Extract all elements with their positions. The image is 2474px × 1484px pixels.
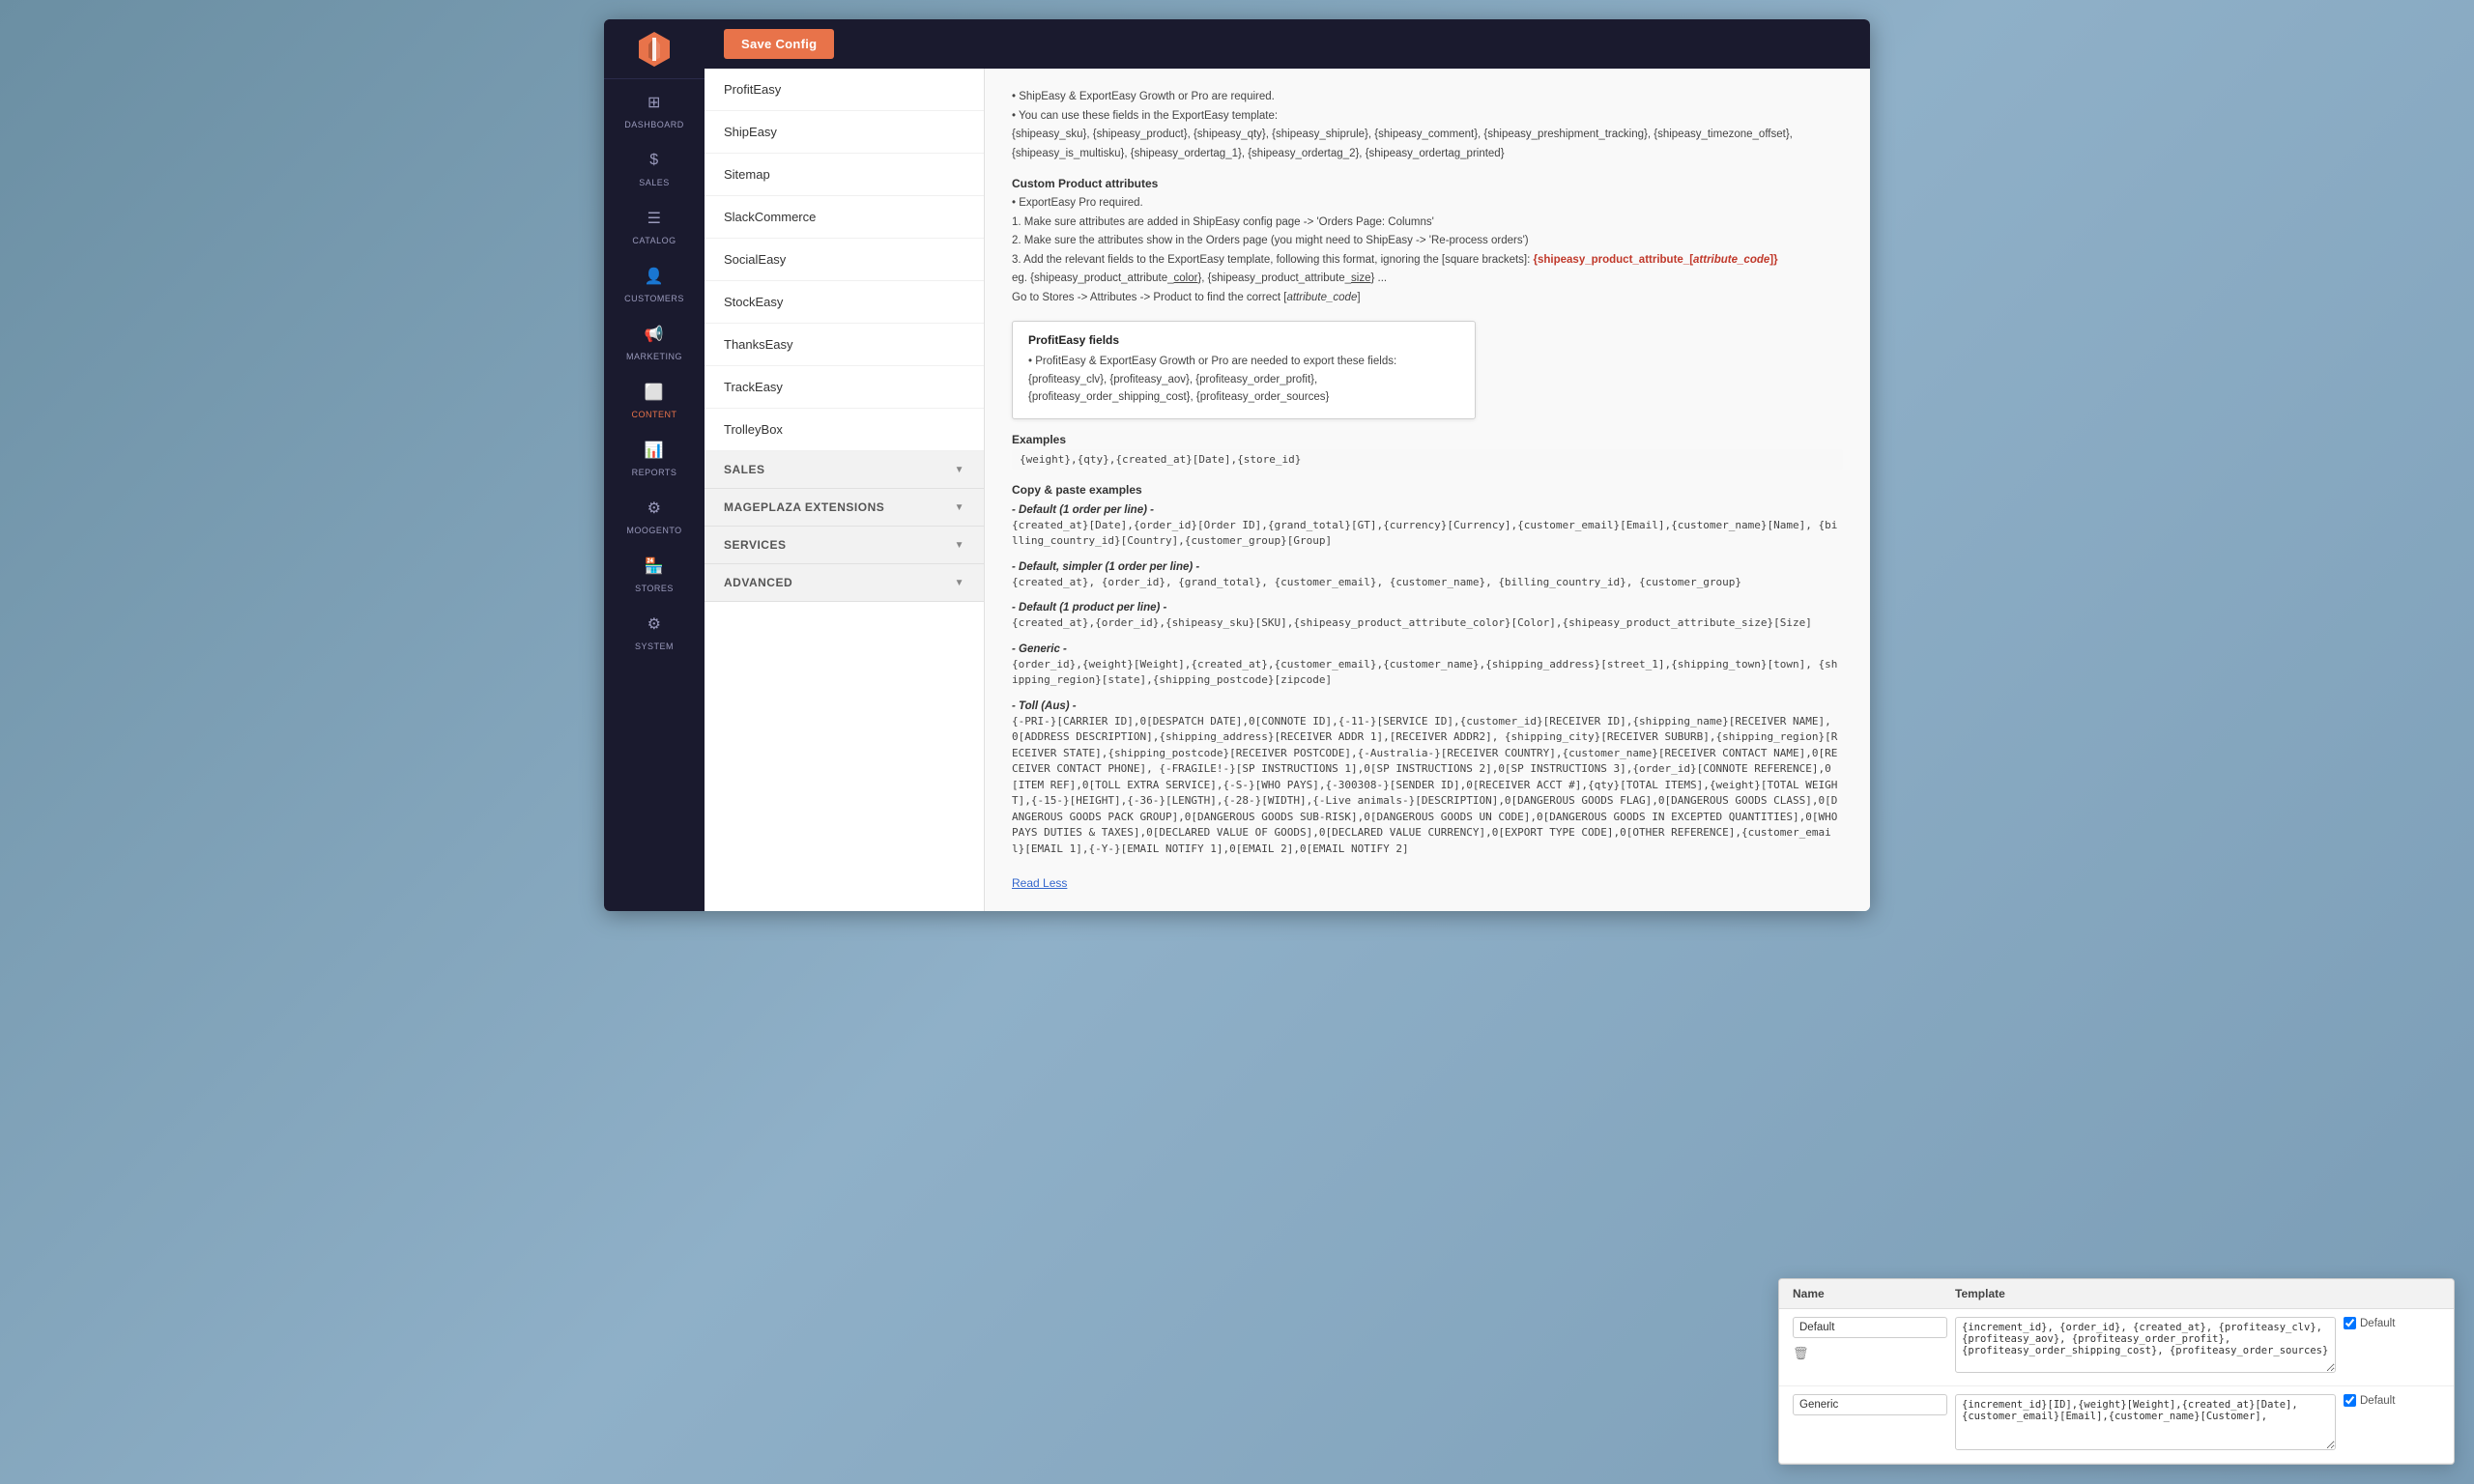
template-default-1-order: - Default (1 order per line) - {created_… bbox=[1012, 504, 1843, 550]
sidebar-item-label: CATALOG bbox=[632, 236, 676, 245]
nav-item-trolleybox[interactable]: TrolleyBox bbox=[705, 409, 984, 451]
template-generic: - Generic - {order_id},{weight}[Weight],… bbox=[1012, 643, 1843, 689]
sidebar-item-reports[interactable]: 📊 REPORTS bbox=[604, 427, 705, 485]
examples-block: Examples {weight},{qty},{created_at}[Dat… bbox=[1012, 433, 1843, 470]
examples-heading: Examples bbox=[1012, 433, 1843, 446]
left-nav: ProfitEasy ShipEasy Sitemap SlackCommerc… bbox=[705, 69, 985, 911]
profiteasy-box-text: • ProfitEasy & ExportEasy Growth or Pro … bbox=[1028, 353, 1459, 406]
sidebar-item-dashboard[interactable]: ⊞ DASHBOARD bbox=[604, 79, 705, 137]
profiteasy-fields-box: ProfitEasy fields • ProfitEasy & ExportE… bbox=[1012, 321, 1476, 418]
chevron-down-icon: ▼ bbox=[955, 502, 964, 513]
template-value: {created_at},{order_id},{shipeasy_sku}[S… bbox=[1012, 615, 1843, 632]
stores-icon: 🏪 bbox=[641, 553, 668, 580]
custom-product-text: • ExportEasy Pro required. 1. Make sure … bbox=[1012, 194, 1843, 307]
chevron-down-icon: ▼ bbox=[955, 540, 964, 551]
sidebar-item-catalog[interactable]: ☰ CATALOG bbox=[604, 195, 705, 253]
moogento-icon: ⚙ bbox=[641, 495, 668, 522]
nav-section-services[interactable]: SERVICES ▼ bbox=[705, 527, 984, 564]
nav-item-stockeasy[interactable]: StockEasy bbox=[705, 281, 984, 324]
content-area: ProfitEasy ShipEasy Sitemap SlackCommerc… bbox=[705, 69, 1870, 911]
sidebar-item-label: DASHBOARD bbox=[624, 120, 684, 129]
copy-paste-heading: Copy & paste examples bbox=[1012, 483, 1843, 497]
sales-icon: $ bbox=[641, 147, 668, 174]
nav-item-trackeasy[interactable]: TrackEasy bbox=[705, 366, 984, 409]
copy-paste-section: Copy & paste examples - Default (1 order… bbox=[1012, 483, 1843, 858]
sidebar-logo bbox=[604, 19, 705, 79]
sidebar-item-sales[interactable]: $ SALES bbox=[604, 137, 705, 195]
marketing-icon: 📢 bbox=[641, 321, 668, 348]
sidebar-item-label: STORES bbox=[635, 584, 674, 593]
sidebar-item-stores[interactable]: 🏪 STORES bbox=[604, 543, 705, 601]
magento-logo-icon bbox=[635, 30, 674, 69]
nav-section-sales[interactable]: SALES ▼ bbox=[705, 451, 984, 489]
template-label: - Generic - bbox=[1012, 643, 1843, 655]
catalog-icon: ☰ bbox=[641, 205, 668, 232]
custom-product-heading: Custom Product attributes bbox=[1012, 177, 1843, 190]
chevron-down-icon: ▼ bbox=[955, 578, 964, 588]
system-icon: ⚙ bbox=[641, 611, 668, 638]
template-label: - Default, simpler (1 order per line) - bbox=[1012, 561, 1843, 573]
main-content: Save Config ProfitEasy ShipEasy Sitemap … bbox=[705, 19, 1870, 911]
read-less-link[interactable]: Read Less bbox=[1012, 876, 1067, 890]
sidebar-item-content[interactable]: ⬜ CONTENT bbox=[604, 369, 705, 427]
content-icon: ⬜ bbox=[641, 379, 668, 406]
main-panel: • ShipEasy & ExportEasy Growth or Pro ar… bbox=[985, 69, 1870, 911]
sidebar-item-moogento[interactable]: ⚙ MOOGENTO bbox=[604, 485, 705, 543]
reports-icon: 📊 bbox=[641, 437, 668, 464]
sidebar-item-label: SALES bbox=[639, 178, 670, 187]
save-config-button[interactable]: Save Config bbox=[724, 29, 834, 59]
dashboard-icon: ⊞ bbox=[641, 89, 668, 116]
nav-item-profiteasy[interactable]: ProfitEasy bbox=[705, 69, 984, 111]
chevron-down-icon: ▼ bbox=[955, 465, 964, 475]
sidebar-item-label: SYSTEM bbox=[635, 642, 674, 651]
sidebar-item-label: MARKETING bbox=[626, 352, 682, 361]
sidebar-item-system[interactable]: ⚙ SYSTEM bbox=[604, 601, 705, 659]
customers-icon: 👤 bbox=[641, 263, 668, 290]
template-default-1-product: - Default (1 product per line) - {create… bbox=[1012, 602, 1843, 632]
template-toll-aus: - Toll (Aus) - {-PRI-}[CARRIER ID],0[DES… bbox=[1012, 700, 1843, 858]
template-label: - Toll (Aus) - bbox=[1012, 700, 1843, 712]
sidebar-item-label: CONTENT bbox=[632, 410, 677, 419]
nav-item-thankseasy[interactable]: ThanksEasy bbox=[705, 324, 984, 366]
top-bar: Save Config bbox=[705, 19, 1870, 69]
nav-section-advanced-label: ADVANCED bbox=[724, 576, 792, 589]
sidebar: ⊞ DASHBOARD $ SALES ☰ CATALOG 👤 CUSTOMER… bbox=[604, 19, 705, 911]
nav-section-mageplaza[interactable]: MAGEPLAZA EXTENSIONS ▼ bbox=[705, 489, 984, 527]
intro-text: • ShipEasy & ExportEasy Growth or Pro ar… bbox=[1012, 88, 1843, 163]
sidebar-item-label: CUSTOMERS bbox=[624, 294, 684, 303]
profiteasy-box-title: ProfitEasy fields bbox=[1028, 333, 1459, 347]
template-value: {-PRI-}[CARRIER ID],0[DESPATCH DATE],0[C… bbox=[1012, 714, 1843, 858]
template-value: {order_id},{weight}[Weight],{created_at}… bbox=[1012, 657, 1843, 689]
nav-item-shipeasy[interactable]: ShipEasy bbox=[705, 111, 984, 154]
template-default-simpler: - Default, simpler (1 order per line) - … bbox=[1012, 561, 1843, 591]
template-value: {created_at}, {order_id}, {grand_total},… bbox=[1012, 575, 1843, 591]
nav-section-sales-label: SALES bbox=[724, 463, 765, 476]
sidebar-item-label: MOOGENTO bbox=[626, 526, 681, 535]
nav-section-advanced[interactable]: ADVANCED ▼ bbox=[705, 564, 984, 602]
template-label: - Default (1 order per line) - bbox=[1012, 504, 1843, 516]
app-window: ⊞ DASHBOARD $ SALES ☰ CATALOG 👤 CUSTOMER… bbox=[604, 19, 1870, 911]
nav-section-mageplaza-label: MAGEPLAZA EXTENSIONS bbox=[724, 500, 884, 514]
sidebar-item-customers[interactable]: 👤 CUSTOMERS bbox=[604, 253, 705, 311]
nav-section-services-label: SERVICES bbox=[724, 538, 786, 552]
nav-item-socialeasy[interactable]: SocialEasy bbox=[705, 239, 984, 281]
sidebar-item-label: REPORTS bbox=[632, 468, 677, 477]
sidebar-item-marketing[interactable]: 📢 MARKETING bbox=[604, 311, 705, 369]
examples-code: {weight},{qty},{created_at}[Date],{store… bbox=[1012, 449, 1843, 470]
template-label: - Default (1 product per line) - bbox=[1012, 602, 1843, 614]
template-value: {created_at}[Date],{order_id}[Order ID],… bbox=[1012, 518, 1843, 550]
nav-item-sitemap[interactable]: Sitemap bbox=[705, 154, 984, 196]
nav-item-slackcommerce[interactable]: SlackCommerce bbox=[705, 196, 984, 239]
